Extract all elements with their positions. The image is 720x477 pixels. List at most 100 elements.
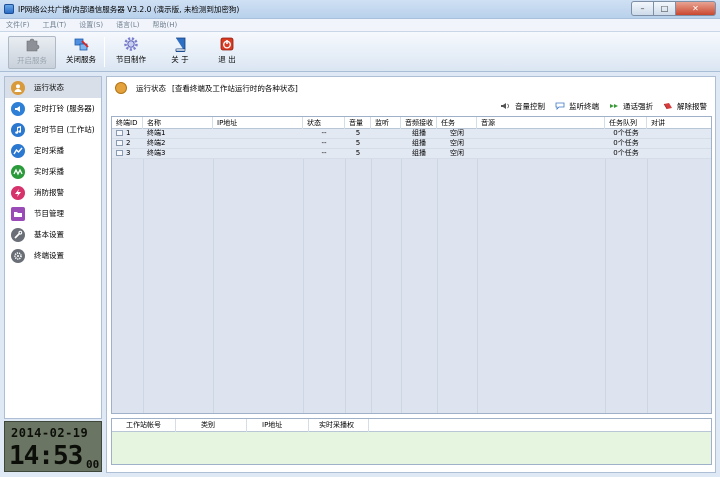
exit-button[interactable]: 退 出 (203, 36, 251, 69)
sidebar-item-label: 消防报警 (34, 188, 64, 197)
sidebar-item-timed-capture[interactable]: 定时采播 (5, 140, 101, 161)
terminal-icon (116, 140, 123, 146)
book-icon (175, 37, 186, 52)
sidebar-item-label: 定时节目 (工作站) (34, 125, 95, 134)
sidebar-item-run-status[interactable]: 运行状态 (5, 77, 101, 98)
cell-terminal-id: 3 (112, 149, 143, 158)
grid-line (213, 129, 214, 413)
col-category[interactable]: 类别 (176, 419, 247, 432)
col-intercom[interactable]: 对讲 (647, 117, 711, 129)
cell-intercom (647, 129, 711, 138)
volume-control-button[interactable]: 音量控制 (501, 100, 545, 112)
col-status[interactable]: 状态 (303, 117, 345, 129)
menu-language[interactable]: 语言(L) (116, 19, 139, 31)
force-call-button[interactable]: 通话强折 (609, 100, 653, 112)
col-workstation-account[interactable]: 工作站帐号 (112, 419, 176, 432)
minimize-button[interactable]: – (631, 1, 654, 16)
col-monitor[interactable]: 监听 (371, 117, 401, 129)
page-title: 运行状态 (136, 83, 166, 93)
maximize-button[interactable]: □ (654, 1, 676, 16)
cell-status: -- (321, 149, 327, 157)
close-button[interactable]: ✕ (676, 1, 716, 16)
action-bar: 音量控制 监听终端 通话强折 解除报警 (491, 100, 707, 112)
cell-name: 终端1 (147, 129, 166, 137)
gear-icon (11, 248, 25, 263)
cell-audio-receive: 组播 (412, 139, 426, 147)
col-audio-receive[interactable]: 音频接收 (401, 117, 437, 129)
col-volume[interactable]: 音量 (345, 117, 371, 129)
table-row[interactable]: 2 终端2 -- 5 组播 空闲 0个任务 (112, 139, 711, 148)
lightning-icon (11, 185, 25, 200)
cell-volume: 5 (355, 129, 361, 137)
menu-help[interactable]: 帮助(H) (153, 19, 178, 31)
monitor-terminal-button[interactable]: 监听终端 (555, 100, 599, 112)
close-service-button[interactable]: 关闭服务 (57, 36, 105, 69)
music-note-icon (11, 122, 25, 137)
grid-line (605, 129, 606, 413)
menu-file[interactable]: 文件(F) (6, 19, 30, 31)
col-ip[interactable]: IP地址 (213, 117, 303, 129)
title-bar: IP网络公共广播/内部通信服务器 V3.2.0 (演示版, 未检测到加密狗) –… (0, 0, 720, 19)
window-controls: – □ ✕ (631, 1, 716, 16)
col-name[interactable]: 名称 (143, 117, 213, 129)
grid-line (401, 129, 402, 413)
lcd-clock: 2014-02-19 14:53 00 (4, 421, 102, 472)
col-task[interactable]: 任务 (437, 117, 477, 129)
app-icon (4, 4, 14, 14)
power-icon (220, 37, 234, 51)
sidebar-item-timed-program[interactable]: 定时节目 (工作站) (5, 119, 101, 140)
sidebar-item-basic-settings[interactable]: 基本设置 (5, 224, 101, 245)
cell-monitor (371, 139, 401, 148)
col-source[interactable]: 音源 (477, 117, 605, 129)
cell-volume: 5 (355, 149, 361, 157)
sidebar-item-terminal-settings[interactable]: 终端设置 (5, 245, 101, 266)
cell-status: -- (321, 139, 327, 147)
cell-ip (213, 149, 303, 158)
grid-line (647, 129, 648, 413)
start-service-button[interactable]: 开启服务 (8, 36, 56, 69)
volume-icon (501, 103, 509, 109)
main-panel: 运行状态 [查看终端及工作站运行时的各种状态] 音量控制 监听终端 通话强折 解… (106, 76, 716, 473)
sidebar-item-realtime-capture[interactable]: 实时采播 (5, 161, 101, 182)
wrench-icon (11, 227, 25, 242)
cell-source (477, 139, 605, 148)
workstation-table-header: 工作站帐号 类别 IP地址 实时采播权 (112, 419, 711, 432)
about-button[interactable]: 关 于 (156, 36, 204, 69)
col-terminal-id[interactable]: 终端ID (112, 117, 143, 129)
status-header: 运行状态 [查看终端及工作站运行时的各种状态] (107, 77, 715, 99)
sidebar-item-label: 基本设置 (34, 230, 64, 239)
person-icon (115, 82, 127, 94)
terminal-table: 终端ID 名称 IP地址 状态 音量 监听 音频接收 任务 音源 任务队列 对讲… (111, 116, 712, 414)
sidebar-item-label: 运行状态 (34, 83, 64, 92)
menu-bar: 文件(F) 工具(T) 设置(S) 语言(L) 帮助(H) (0, 19, 720, 32)
cell-source (477, 149, 605, 158)
clock-seconds: 00 (86, 458, 100, 471)
clear-alarm-button[interactable]: 解除报警 (663, 100, 707, 112)
menu-tools[interactable]: 工具(T) (43, 19, 67, 31)
menu-settings[interactable]: 设置(S) (79, 19, 103, 31)
wave-icon (11, 164, 25, 179)
terminal-table-body: 1 终端1 -- 5 组播 空闲 0个任务 2 终端2 -- 5 组播 空闲 0… (112, 129, 711, 413)
clear-alarm-label: 解除报警 (677, 101, 707, 111)
speaker-icon (11, 101, 25, 116)
chat-icon (555, 102, 565, 110)
sidebar-item-fire-alarm[interactable]: 消防报警 (5, 182, 101, 203)
network-stop-icon (74, 38, 89, 51)
cell-task: 空闲 (450, 139, 464, 147)
table-row[interactable]: 1 终端1 -- 5 组播 空闲 0个任务 (112, 129, 711, 138)
table-row[interactable]: 3 终端3 -- 5 组播 空闲 0个任务 (112, 149, 711, 158)
program-make-label: 节目制作 (116, 55, 146, 64)
col-realtime-capture-right[interactable]: 实时采播权 (309, 419, 369, 432)
sidebar-item-program-manage[interactable]: 节目管理 (5, 203, 101, 224)
col-task-queue[interactable]: 任务队列 (605, 117, 647, 129)
col-ip[interactable]: IP地址 (247, 419, 309, 432)
sidebar-item-label: 终端设置 (34, 251, 64, 260)
cell-status: -- (321, 129, 327, 137)
cell-task: 空闲 (450, 149, 464, 157)
cell-task: 空闲 (450, 129, 464, 137)
program-make-button[interactable]: 节目制作 (107, 36, 155, 69)
sidebar-item-timed-bell[interactable]: 定时打铃 (服务器) (5, 98, 101, 119)
toolbar-separator (104, 37, 105, 67)
terminal-icon (116, 150, 123, 156)
clock-date: 2014-02-19 (11, 426, 89, 440)
